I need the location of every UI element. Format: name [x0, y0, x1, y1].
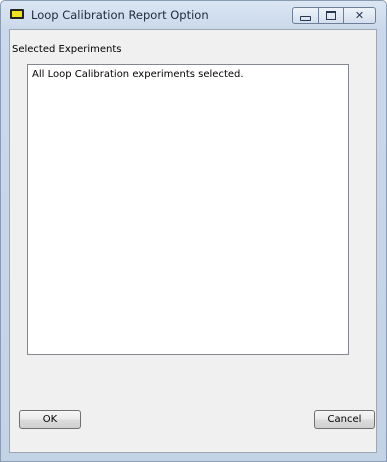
maximize-icon: [326, 11, 336, 20]
ok-button[interactable]: OK: [19, 410, 81, 429]
close-button[interactable]: ✕: [343, 7, 376, 24]
window-title: Loop Calibration Report Option: [31, 8, 209, 22]
minimize-button[interactable]: [292, 7, 319, 24]
selected-experiments-label: Selected Experiments: [12, 44, 122, 55]
close-icon: ✕: [354, 9, 365, 22]
minimize-icon: [300, 15, 311, 21]
app-icon: [10, 9, 24, 19]
cancel-button[interactable]: Cancel: [314, 410, 375, 429]
dialog-content: Selected Experiments All Loop Calibratio…: [9, 29, 377, 453]
list-item[interactable]: All Loop Calibration experiments selecte…: [32, 69, 244, 80]
experiments-listbox[interactable]: All Loop Calibration experiments selecte…: [27, 64, 349, 355]
dialog-window: Loop Calibration Report Option ✕ Selecte…: [0, 0, 387, 462]
title-bar[interactable]: Loop Calibration Report Option ✕: [1, 1, 386, 29]
maximize-button[interactable]: [318, 7, 344, 24]
